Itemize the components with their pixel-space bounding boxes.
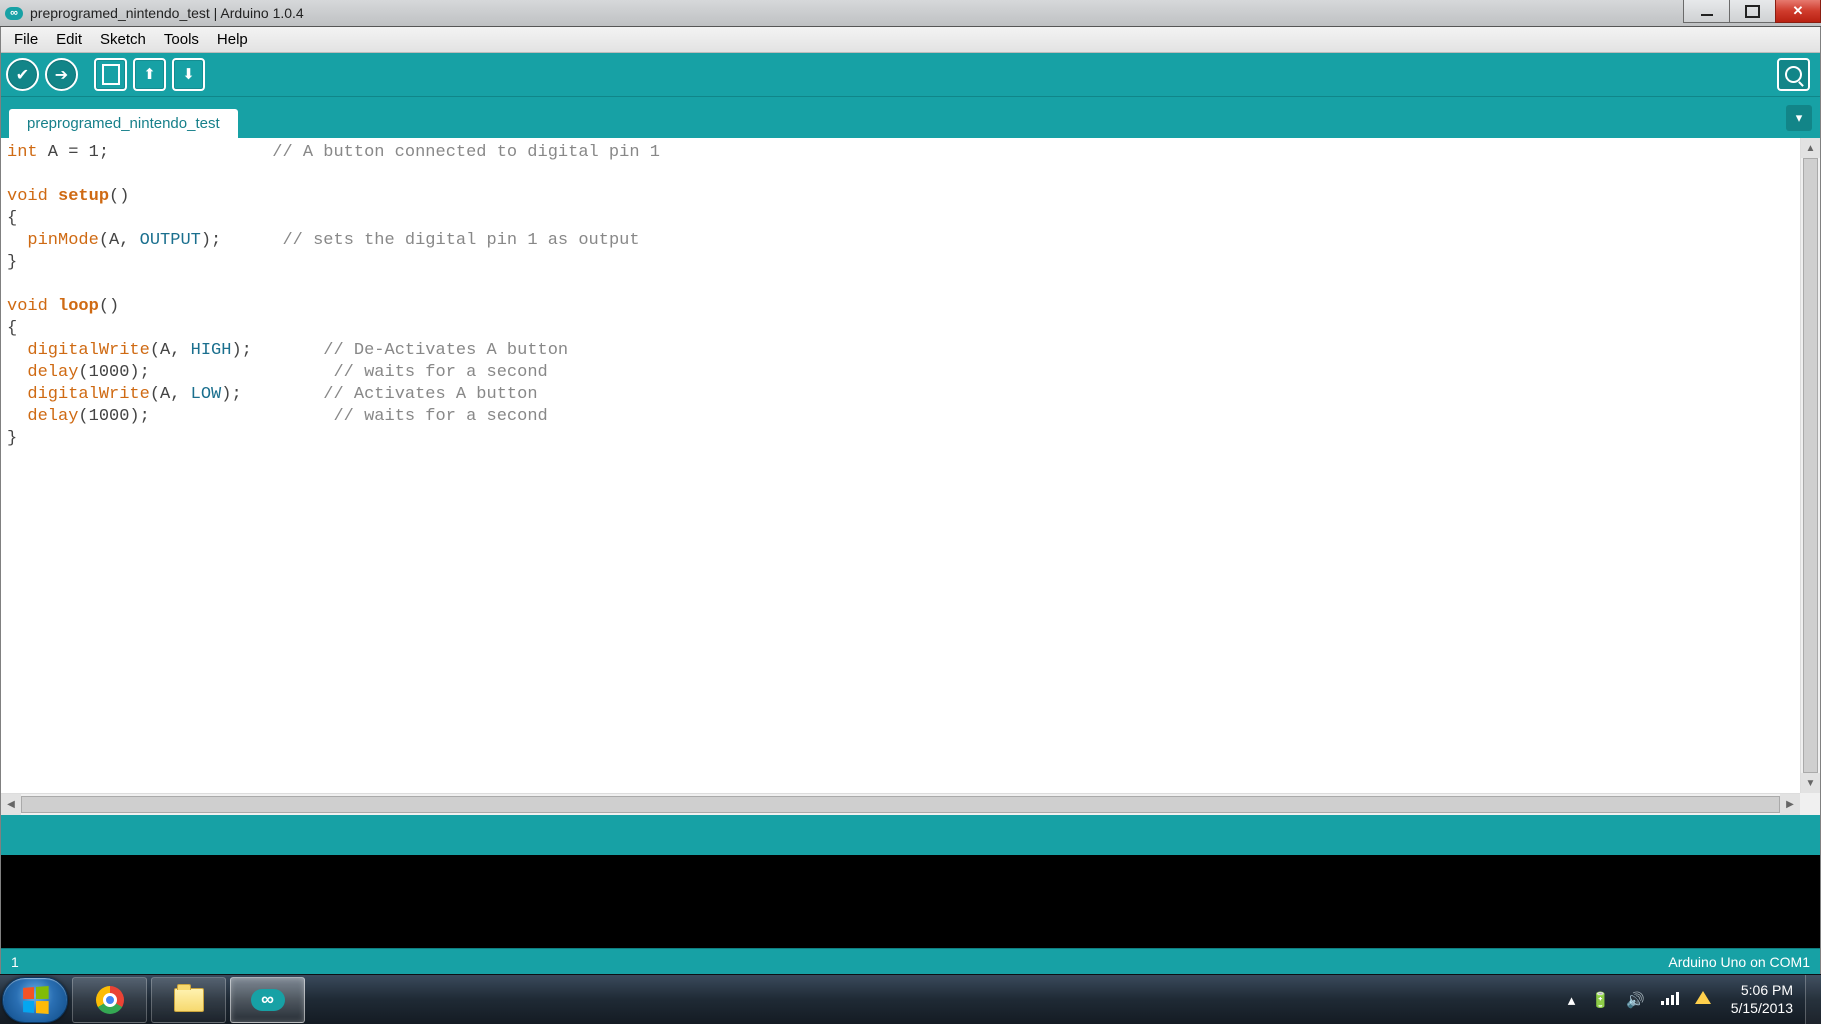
menu-bar: File Edit Sketch Tools Help bbox=[1, 27, 1820, 53]
upload-button[interactable] bbox=[45, 58, 78, 91]
scroll-right-arrow-icon[interactable]: ▶ bbox=[1780, 794, 1800, 815]
arrow-up-icon bbox=[143, 65, 156, 84]
board-port-indicator: Arduino Uno on COM1 bbox=[1668, 954, 1810, 970]
windows-logo-icon bbox=[23, 986, 49, 1014]
menu-file[interactable]: File bbox=[5, 29, 47, 50]
horizontal-scrollbar[interactable]: ◀ ▶ bbox=[1, 793, 1800, 815]
clock[interactable]: 5:06 PM 5/15/2013 bbox=[1731, 982, 1793, 1017]
magnifier-icon bbox=[1785, 66, 1802, 83]
menu-edit[interactable]: Edit bbox=[47, 29, 91, 50]
taskbar-explorer[interactable] bbox=[151, 977, 226, 1023]
show-desktop-button[interactable] bbox=[1805, 975, 1821, 1024]
menu-sketch[interactable]: Sketch bbox=[91, 29, 155, 50]
line-number-indicator: 1 bbox=[11, 954, 19, 970]
scroll-down-arrow-icon[interactable]: ▼ bbox=[1801, 773, 1820, 793]
console-output[interactable] bbox=[1, 855, 1820, 948]
status-bar: 1 Arduino Uno on COM1 bbox=[1, 948, 1820, 974]
message-area bbox=[1, 815, 1820, 855]
window-controls bbox=[1683, 0, 1821, 23]
code-editor[interactable]: int A = 1; // A button connected to digi… bbox=[1, 138, 1820, 815]
clock-date: 5/15/2013 bbox=[1731, 1000, 1793, 1018]
vertical-scrollbar[interactable]: ▲ ▼ bbox=[1800, 138, 1820, 793]
scroll-up-arrow-icon[interactable]: ▲ bbox=[1801, 138, 1820, 158]
new-sketch-button[interactable] bbox=[94, 58, 127, 91]
open-sketch-button[interactable] bbox=[133, 58, 166, 91]
verify-button[interactable] bbox=[6, 58, 39, 91]
battery-icon[interactable]: 🔋 bbox=[1591, 991, 1610, 1009]
google-drive-icon[interactable] bbox=[1695, 991, 1711, 1008]
maximize-button[interactable] bbox=[1729, 0, 1775, 23]
save-sketch-button[interactable] bbox=[172, 58, 205, 91]
network-icon[interactable] bbox=[1661, 991, 1679, 1009]
window-title: preprogramed_nintendo_test | Arduino 1.0… bbox=[30, 5, 304, 21]
volume-icon[interactable]: 🔊 bbox=[1626, 991, 1645, 1009]
check-icon bbox=[16, 65, 29, 85]
code-content[interactable]: int A = 1; // A button connected to digi… bbox=[1, 138, 1800, 793]
minimize-button[interactable] bbox=[1683, 0, 1729, 23]
vertical-scroll-thumb[interactable] bbox=[1803, 158, 1818, 773]
arduino-icon bbox=[251, 989, 285, 1011]
close-button[interactable] bbox=[1775, 0, 1821, 23]
system-tray: ▴ 🔋 🔊 5:06 PM 5/15/2013 bbox=[1560, 975, 1821, 1024]
file-icon bbox=[102, 64, 120, 85]
tab-bar: preprogramed_nintendo_test bbox=[1, 96, 1820, 138]
folder-icon bbox=[174, 988, 204, 1012]
menu-tools[interactable]: Tools bbox=[155, 29, 208, 50]
arrow-down-icon bbox=[182, 65, 195, 84]
arduino-ide-window: File Edit Sketch Tools Help preprogramed… bbox=[0, 27, 1821, 974]
start-button[interactable] bbox=[2, 977, 68, 1023]
serial-monitor-button[interactable] bbox=[1777, 58, 1810, 91]
window-titlebar: preprogramed_nintendo_test | Arduino 1.0… bbox=[0, 0, 1821, 27]
taskbar-arduino[interactable] bbox=[230, 977, 305, 1023]
arduino-app-icon bbox=[4, 3, 24, 23]
toolbar bbox=[1, 53, 1820, 96]
tab-menu-button[interactable] bbox=[1786, 105, 1812, 131]
windows-taskbar: ▴ 🔋 🔊 5:06 PM 5/15/2013 bbox=[0, 974, 1821, 1024]
arrow-right-icon bbox=[55, 65, 68, 85]
horizontal-scroll-thumb[interactable] bbox=[21, 796, 1780, 813]
show-hidden-icons-button[interactable]: ▴ bbox=[1568, 991, 1576, 1009]
scroll-left-arrow-icon[interactable]: ◀ bbox=[1, 794, 21, 815]
menu-help[interactable]: Help bbox=[208, 29, 257, 50]
chrome-icon bbox=[96, 986, 124, 1014]
clock-time: 5:06 PM bbox=[1731, 982, 1793, 1000]
taskbar-chrome[interactable] bbox=[72, 977, 147, 1023]
scroll-corner bbox=[1800, 793, 1820, 815]
sketch-tab[interactable]: preprogramed_nintendo_test bbox=[9, 109, 238, 138]
